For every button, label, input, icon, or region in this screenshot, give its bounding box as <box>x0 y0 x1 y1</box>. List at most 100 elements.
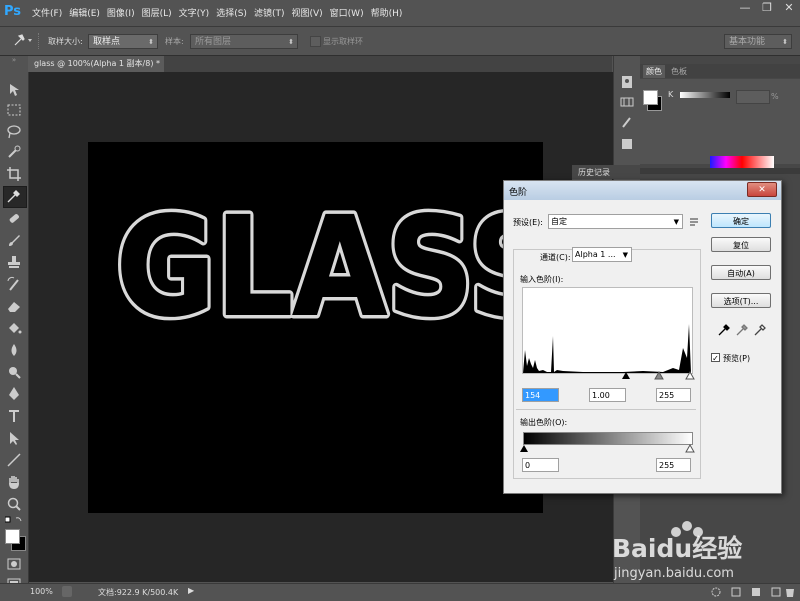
marquee-tool-icon[interactable] <box>6 102 22 118</box>
tab-color[interactable]: 颜色 <box>643 65 665 78</box>
menu-select[interactable]: 选择(S) <box>216 0 254 26</box>
zoom-level[interactable]: 100% <box>30 587 53 596</box>
menu-window[interactable]: 窗口(W) <box>330 0 371 26</box>
clone-stamp-tool-icon[interactable] <box>6 254 22 270</box>
dialog-close-button[interactable]: ✕ <box>747 182 777 197</box>
channel-select[interactable]: Alpha 1 ... ▼ <box>572 247 632 262</box>
sample-select[interactable]: 所有图层 ⬍ <box>190 34 298 49</box>
group-divider <box>516 409 696 410</box>
set-gray-point-eyedropper-icon[interactable] <box>735 323 749 337</box>
auto-button[interactable]: 自动(A) <box>711 265 771 280</box>
preview-checkbox[interactable]: ✓ <box>711 353 720 363</box>
tools-panel: » <box>0 56 29 590</box>
color-ramp[interactable] <box>710 156 774 168</box>
move-tool-icon[interactable] <box>6 82 22 98</box>
workspace-value: 基本功能 <box>729 37 766 47</box>
input-slider-handles[interactable] <box>620 371 696 380</box>
menu-file[interactable]: 文件(F) <box>32 0 69 26</box>
channel-value: Alpha 1 ... <box>575 250 616 259</box>
menu-help[interactable]: 帮助(H) <box>371 0 410 26</box>
reset-button[interactable]: 复位 <box>711 237 771 252</box>
line-tool-icon[interactable] <box>6 452 22 468</box>
set-white-point-eyedropper-icon[interactable] <box>753 323 767 337</box>
preset-options-icon[interactable] <box>688 216 700 228</box>
watermark-url: jingyan.baidu.com <box>613 566 734 581</box>
layer-actions-icons[interactable] <box>710 586 796 598</box>
brush-panel-icon[interactable] <box>619 114 635 130</box>
menu-view[interactable]: 视图(V) <box>291 0 329 26</box>
tab-history[interactable]: 历史记录 <box>578 167 610 178</box>
quick-mask-icon[interactable] <box>6 556 22 572</box>
restore-button[interactable]: ❐ <box>756 0 778 18</box>
menu-edit[interactable]: 编辑(E) <box>69 0 107 26</box>
output-levels-label: 输出色阶(O): <box>520 418 568 427</box>
adjust-panel-icon[interactable] <box>619 94 635 110</box>
tool-presets-icon[interactable] <box>619 136 635 152</box>
preset-label: 预设(E): <box>513 218 543 227</box>
set-black-point-eyedropper-icon[interactable] <box>717 323 731 337</box>
options-button[interactable]: 选项(T)... <box>711 293 771 308</box>
output-black-field[interactable]: 0 <box>522 458 559 472</box>
input-black-field[interactable]: 154 <box>522 388 559 402</box>
paint-bucket-tool-icon[interactable] <box>6 320 22 336</box>
quick-selection-tool-icon[interactable] <box>6 144 22 160</box>
baidu-jingyan-watermark: Baidu经验 jingyan.baidu.com <box>612 521 742 581</box>
menu-layer[interactable]: 图层(L) <box>142 0 179 26</box>
input-gamma-field[interactable]: 1.00 <box>589 388 626 402</box>
sample-label: 样本: <box>165 37 184 46</box>
output-white-field[interactable]: 255 <box>656 458 691 472</box>
dodge-tool-icon[interactable] <box>6 364 22 380</box>
info-panel-icon[interactable] <box>619 74 635 90</box>
document-tab[interactable]: glass @ 100%(Alpha 1 副本/8) * × <box>28 56 164 84</box>
dialog-title-bar[interactable]: 色阶 ✕ <box>504 181 781 200</box>
default-colors-icon[interactable] <box>5 516 23 524</box>
menu-filter[interactable]: 滤镜(T) <box>254 0 292 26</box>
spot-healing-tool-icon[interactable] <box>6 210 22 226</box>
sample-size-value: 取样点 <box>93 37 121 47</box>
show-ring-label: 显示取样环 <box>323 37 363 46</box>
eyedropper-tool-preset-icon[interactable] <box>12 33 34 47</box>
eraser-tool-icon[interactable] <box>6 298 22 314</box>
preset-select[interactable]: 自定 ▼ <box>548 214 683 229</box>
glass-text-art: GLASS GLASS <box>112 185 544 352</box>
zoom-tool-icon[interactable] <box>6 496 22 512</box>
status-menu-arrow-icon[interactable]: ▶ <box>188 586 194 595</box>
pen-tool-icon[interactable] <box>6 386 22 402</box>
k-slider-track[interactable] <box>680 92 730 98</box>
document-canvas[interactable]: GLASS GLASS <box>88 142 543 513</box>
levels-dialog: 色阶 ✕ 预设(E): 自定 ▼ 通道(C): Alpha 1 ... ▼ 输入… <box>503 180 782 494</box>
close-window-button[interactable]: ✕ <box>778 0 800 18</box>
eyedropper-tool-icon[interactable] <box>6 188 22 204</box>
photoshop-logo: Ps <box>4 4 22 19</box>
watermark-brand: Baidu经验 <box>612 534 742 563</box>
type-tool-icon[interactable] <box>6 408 22 424</box>
foreground-color-swatch[interactable] <box>5 529 20 544</box>
output-slider-handles[interactable] <box>519 444 695 453</box>
path-selection-tool-icon[interactable] <box>6 430 22 446</box>
minimize-button[interactable]: — <box>734 0 756 18</box>
menu-type[interactable]: 文字(Y) <box>179 0 217 26</box>
workspace-select[interactable]: 基本功能 ⬍ <box>724 34 792 49</box>
show-ring-checkbox[interactable] <box>310 36 321 47</box>
sample-size-select[interactable]: 取样点 ⬍ <box>88 34 158 49</box>
chevron-down-icon: ⬍ <box>782 38 788 46</box>
hand-tool-icon[interactable] <box>6 474 22 490</box>
blur-tool-icon[interactable] <box>6 342 22 358</box>
crop-tool-icon[interactable] <box>6 166 22 182</box>
lasso-tool-icon[interactable] <box>6 124 22 140</box>
k-slider-label: K <box>668 90 674 99</box>
menu-image[interactable]: 图像(I) <box>107 0 142 26</box>
status-icon[interactable] <box>62 586 72 597</box>
fg-color-chip[interactable] <box>643 90 658 105</box>
history-brush-tool-icon[interactable] <box>6 276 22 292</box>
document-tab-title: glass @ 100%(Alpha 1 副本/8) * <box>34 59 160 68</box>
chevron-down-icon: ▼ <box>622 251 628 259</box>
brush-tool-icon[interactable] <box>6 232 22 248</box>
tab-swatches[interactable]: 色板 <box>668 65 690 78</box>
input-white-field[interactable]: 255 <box>656 388 691 402</box>
channel-label: 通道(C): <box>538 252 573 263</box>
percent-label: % <box>771 92 779 101</box>
k-value-field[interactable] <box>736 90 770 104</box>
panel-collapse-icon[interactable]: » <box>0 56 28 64</box>
ok-button[interactable]: 确定 <box>711 213 771 228</box>
